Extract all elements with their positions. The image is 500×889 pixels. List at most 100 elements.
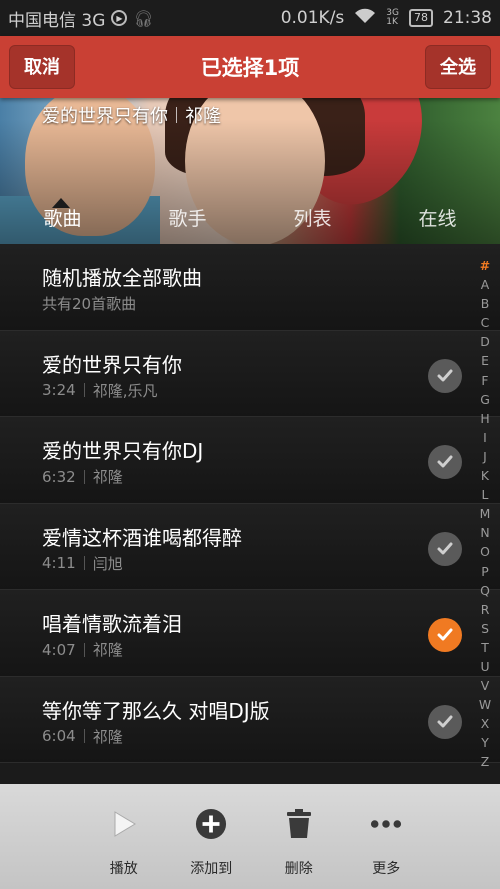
tab-playlists[interactable]: 列表 xyxy=(250,194,375,244)
play-icon xyxy=(108,808,140,840)
meta-divider xyxy=(83,642,85,657)
clock: 21:38 xyxy=(443,8,492,28)
add-circle-icon xyxy=(195,808,227,840)
index-letter[interactable]: B xyxy=(481,294,490,313)
index-letter[interactable]: X xyxy=(481,714,490,733)
shuffle-all-row[interactable]: 随机播放全部歌曲 共有20首歌曲 xyxy=(0,244,500,331)
index-letter[interactable]: E xyxy=(481,351,489,370)
battery-icon: 78 xyxy=(409,9,433,27)
index-letter[interactable]: K xyxy=(481,466,489,485)
song-duration: 4:07 xyxy=(42,640,76,659)
status-bar: 中国电信 3G ▶ 🎧︎ 0.01K/s 3G 1K 78 21:38 xyxy=(0,0,500,36)
song-duration: 6:32 xyxy=(42,467,76,486)
song-title: 等你等了那么久 对唱DJ版 xyxy=(42,698,270,723)
index-letter[interactable]: N xyxy=(480,523,489,542)
more-label: 更多 xyxy=(372,861,401,877)
song-duration: 3:24 xyxy=(42,381,76,399)
index-letter[interactable]: P xyxy=(481,562,488,581)
index-letter[interactable]: L xyxy=(482,485,489,504)
active-tab-indicator xyxy=(52,198,70,208)
play-status-icon: ▶ xyxy=(111,10,128,26)
selection-title-bar: 取消 已选择1项 全选 xyxy=(0,36,500,98)
song-meta: 6:04 祁隆 xyxy=(42,726,123,747)
select-checkbox[interactable] xyxy=(428,531,462,566)
song-title: 爱的世界只有你 xyxy=(42,352,182,377)
more-dots-icon xyxy=(370,808,402,840)
index-letter[interactable]: H xyxy=(480,409,489,428)
index-letter[interactable]: C xyxy=(481,313,490,332)
song-duration: 6:04 xyxy=(42,727,76,745)
index-letter[interactable]: G xyxy=(480,390,490,409)
index-letter[interactable]: W xyxy=(479,695,491,714)
net-speed: 0.01K/s xyxy=(280,8,345,28)
select-checkbox[interactable] xyxy=(428,445,462,479)
song-row[interactable]: 爱的世界只有你DJ 6:32 祁隆 xyxy=(0,417,500,504)
index-letter[interactable]: Q xyxy=(480,581,490,600)
play-label: 播放 xyxy=(109,861,138,877)
check-icon xyxy=(437,455,453,468)
song-title: 爱的世界只有你DJ xyxy=(42,439,204,463)
meta-divider xyxy=(83,469,85,484)
add-to-label: 添加到 xyxy=(190,861,233,877)
song-meta: 4:11 闫旭 xyxy=(42,553,123,574)
song-list: 随机播放全部歌曲 共有20首歌曲 爱的世界只有你 3:24 祁隆,乐凡 爱的世界… xyxy=(0,244,500,784)
index-letter[interactable]: T xyxy=(481,638,489,657)
check-icon xyxy=(437,542,453,554)
shuffle-count: 共有20首歌曲 xyxy=(42,295,137,313)
index-letter[interactable]: V xyxy=(481,676,489,695)
index-letter[interactable]: A xyxy=(481,275,489,294)
song-meta: 3:24 祁隆,乐凡 xyxy=(42,380,157,401)
index-letter[interactable]: R xyxy=(481,600,490,619)
now-playing-caption: 爱的世界只有你 祁隆 xyxy=(42,102,221,128)
alphabet-index-bar[interactable]: # A B C D E F G H I J K L M N O P Q R S T U V W X Y Z xyxy=(474,256,496,772)
now-playing-artist: 祁隆 xyxy=(185,106,221,127)
check-icon xyxy=(437,715,453,727)
cancel-button[interactable]: 取消 xyxy=(9,45,75,89)
song-row[interactable]: 唱着情歌流着泪 4:07 祁隆 xyxy=(0,590,500,677)
index-letter[interactable]: I xyxy=(483,428,487,447)
index-letter[interactable]: O xyxy=(480,542,490,561)
page-title: 已选择1项 xyxy=(200,56,300,80)
index-letter[interactable]: Y xyxy=(481,733,489,752)
song-row[interactable]: 爱情这杯酒谁喝都得醉 4:11 闫旭 xyxy=(0,503,500,590)
select-checkbox-checked[interactable] xyxy=(428,618,462,652)
song-artist: 祁隆 xyxy=(92,641,123,659)
index-letter[interactable]: D xyxy=(480,332,490,351)
index-letter[interactable]: F xyxy=(481,371,488,390)
song-meta: 4:07 祁隆 xyxy=(42,639,123,660)
index-letter[interactable]: S xyxy=(481,619,489,638)
more-button[interactable]: 更多 xyxy=(343,784,431,889)
song-artist: 祁隆 xyxy=(92,727,123,746)
song-meta: 6:32 祁隆 xyxy=(42,466,123,487)
add-to-button[interactable]: 添加到 xyxy=(168,784,256,889)
check-icon xyxy=(437,628,453,641)
delete-label: 删除 xyxy=(284,861,313,877)
select-all-button[interactable]: 全选 xyxy=(425,45,491,89)
now-playing-song: 爱的世界只有你 xyxy=(42,106,168,127)
select-checkbox[interactable] xyxy=(428,704,462,739)
bottom-action-bar: 播放 添加到 删除 更多 xyxy=(0,784,500,889)
network-type-bottom: 1K xyxy=(386,17,398,27)
index-letter[interactable]: # xyxy=(480,256,490,275)
song-title: 唱着情歌流着泪 xyxy=(42,612,182,636)
meta-divider xyxy=(83,383,85,397)
song-row[interactable]: 爱的世界只有你 3:24 祁隆,乐凡 xyxy=(0,330,500,417)
category-tabs: 歌曲 歌手 列表 在线 xyxy=(0,194,500,244)
wifi-icon xyxy=(354,8,376,29)
tab-artists[interactable]: 歌手 xyxy=(125,194,250,244)
shuffle-title: 随机播放全部歌曲 xyxy=(42,266,202,290)
index-letter[interactable]: J xyxy=(483,447,487,466)
select-checkbox[interactable] xyxy=(428,358,462,393)
play-button[interactable]: 播放 xyxy=(80,784,168,889)
network-type: 3G 1K xyxy=(386,9,399,27)
tab-online[interactable]: 在线 xyxy=(375,194,500,244)
index-letter[interactable]: M xyxy=(480,504,491,523)
trash-icon xyxy=(283,808,315,840)
song-artist: 祁隆 xyxy=(92,468,123,486)
delete-button[interactable]: 删除 xyxy=(255,784,343,889)
index-letter[interactable]: U xyxy=(480,657,489,676)
index-letter[interactable]: Z xyxy=(481,752,490,771)
song-artist: 祁隆,乐凡 xyxy=(92,381,158,400)
song-row[interactable]: 等你等了那么久 对唱DJ版 6:04 祁隆 xyxy=(0,676,500,763)
check-icon xyxy=(437,369,453,381)
